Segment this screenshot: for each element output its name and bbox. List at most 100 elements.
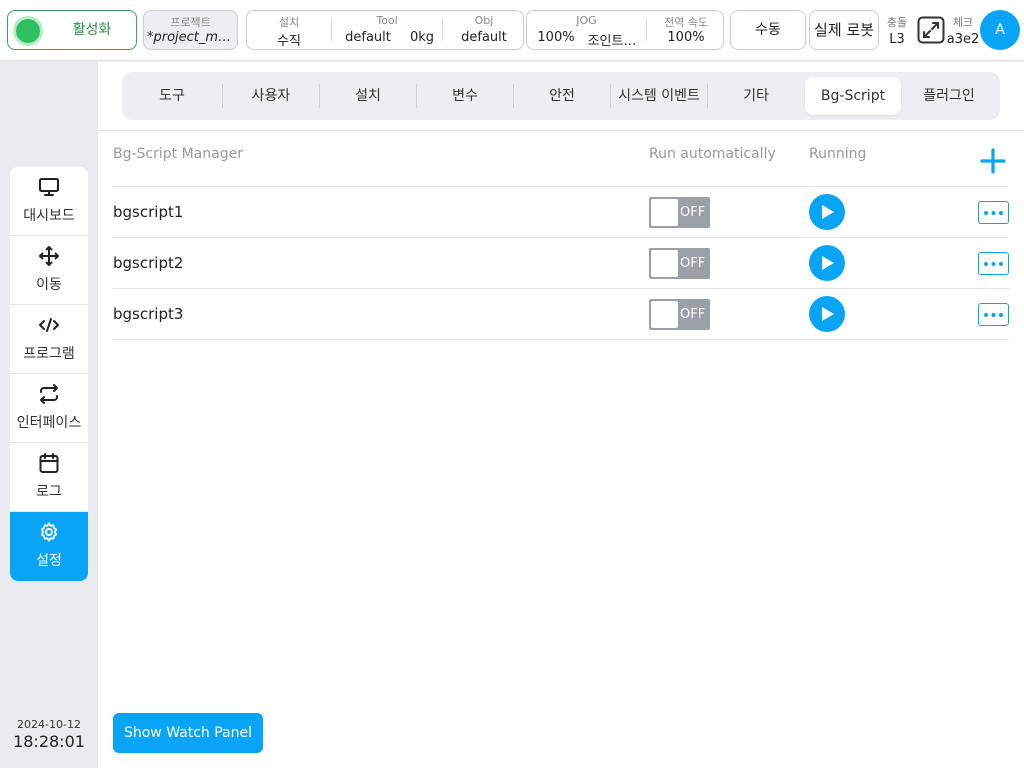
settings-tab-bar: 도구 사용자 설치 변수 안전 시스템 이벤트 기타 Bg-Script 플러그… bbox=[122, 72, 1000, 120]
tab-bg-script[interactable]: Bg-Script bbox=[805, 77, 901, 115]
move-arrows-icon bbox=[39, 246, 59, 266]
clock-date: 2024-10-12 bbox=[17, 718, 81, 731]
show-watch-panel-button[interactable]: Show Watch Panel bbox=[113, 713, 263, 753]
play-icon bbox=[822, 307, 834, 321]
more-options-button[interactable] bbox=[978, 303, 1009, 326]
auto-run-toggle[interactable]: OFF bbox=[649, 299, 710, 330]
install-cell: 설치 수직 bbox=[247, 11, 331, 49]
tab-variables[interactable]: 변수 bbox=[417, 77, 513, 115]
sidebar-item-interface[interactable]: 인터페이스 bbox=[10, 374, 88, 443]
tab-plugin[interactable]: 플러그인 bbox=[901, 77, 997, 115]
check-value: a3e2 bbox=[946, 32, 980, 47]
robot-label: 실제 로봇 bbox=[814, 21, 874, 39]
sidebar-item-label: 이동 bbox=[36, 277, 62, 293]
sidebar-item-program[interactable]: 프로그램 bbox=[10, 305, 88, 374]
collision-value: L3 bbox=[889, 32, 905, 47]
toggle-knob bbox=[651, 301, 678, 328]
manual-mode-button[interactable]: 수동 bbox=[730, 10, 806, 50]
toggle-state: OFF bbox=[680, 205, 706, 220]
tab-user[interactable]: 사용자 bbox=[223, 77, 319, 115]
obj-title: Obj bbox=[474, 14, 494, 27]
tab-safety[interactable]: 안전 bbox=[514, 77, 610, 115]
enable-label: 활성화 bbox=[72, 22, 112, 38]
sidebar-item-settings[interactable]: 설정 bbox=[10, 512, 88, 581]
sidebar-item-label: 인터페이스 bbox=[16, 415, 82, 431]
top-bar: 활성화 프로젝트 *project_mo… 설치 수직 Tool default… bbox=[0, 0, 1024, 61]
auto-run-toggle[interactable]: OFF bbox=[649, 197, 710, 228]
run-button[interactable] bbox=[809, 296, 845, 332]
more-options-button[interactable] bbox=[978, 201, 1009, 224]
sidebar-item-move[interactable]: 이동 bbox=[10, 236, 88, 305]
divider bbox=[98, 130, 1024, 131]
tool-title: Tool bbox=[376, 14, 398, 27]
gear-icon bbox=[40, 522, 58, 542]
toggle-state: OFF bbox=[680, 256, 706, 271]
global-speed-cell: 전역 속도 100% bbox=[647, 11, 725, 49]
install-value: 수직 bbox=[277, 34, 301, 49]
jog-speed-panel[interactable]: JOG 100% 조인트… 전역 속도 100% bbox=[526, 10, 724, 50]
sidebar-item-label: 대시보드 bbox=[23, 208, 75, 224]
sidebar: 대시보드 이동 프로그램 인터페이스 로그 설정 bbox=[10, 167, 88, 581]
tool-value: default bbox=[345, 30, 391, 45]
obj-value: default bbox=[461, 30, 507, 45]
run-button[interactable] bbox=[809, 194, 845, 230]
tool-weight: 0kg bbox=[409, 30, 435, 45]
toggle-knob bbox=[651, 250, 678, 277]
play-icon bbox=[822, 256, 834, 270]
sidebar-item-dashboard[interactable]: 대시보드 bbox=[10, 167, 88, 236]
tool-cell: Tool default 0kg bbox=[332, 11, 442, 49]
play-icon bbox=[822, 205, 834, 219]
sidebar-item-log[interactable]: 로그 bbox=[10, 443, 88, 512]
toggle-knob bbox=[651, 199, 678, 226]
tab-misc[interactable]: 기타 bbox=[708, 77, 804, 115]
jog-mode: 조인트… bbox=[587, 34, 637, 49]
jog-title: JOG bbox=[576, 14, 597, 27]
script-name: bgscript2 bbox=[113, 254, 184, 272]
tab-tool[interactable]: 도구 bbox=[126, 77, 218, 115]
jog-speed: 100% bbox=[537, 30, 575, 45]
check-title: 체크 bbox=[952, 16, 974, 29]
jog-cell: JOG 100% 조인트… bbox=[527, 11, 646, 49]
collision-status: 충돌 L3 bbox=[883, 14, 911, 47]
ellipsis-icon bbox=[984, 211, 1003, 215]
sidebar-item-label: 설정 bbox=[36, 553, 62, 569]
expand-icon[interactable] bbox=[917, 16, 945, 44]
ellipsis-icon bbox=[984, 262, 1003, 266]
script-name: bgscript1 bbox=[113, 203, 184, 221]
global-speed-title: 전역 속도 bbox=[664, 16, 708, 29]
calendar-icon bbox=[39, 453, 59, 473]
real-robot-button[interactable]: 실제 로봇 bbox=[809, 10, 879, 50]
toggle-state: OFF bbox=[680, 307, 706, 322]
run-button[interactable] bbox=[809, 245, 845, 281]
enable-button[interactable]: 활성화 bbox=[7, 10, 137, 50]
collision-title: 충돌 bbox=[886, 16, 908, 29]
project-selector[interactable]: 프로젝트 *project_mo… bbox=[143, 10, 238, 50]
tab-system-events[interactable]: 시스템 이벤트 bbox=[611, 77, 707, 115]
tab-install[interactable]: 설치 bbox=[320, 77, 416, 115]
code-icon bbox=[39, 318, 59, 332]
clock-time: 18:28:01 bbox=[13, 732, 85, 751]
table-row: bgscript3 OFF bbox=[113, 289, 1009, 340]
project-title: 프로젝트 bbox=[170, 16, 211, 29]
sidebar-item-label: 로그 bbox=[36, 484, 62, 500]
more-options-button[interactable] bbox=[978, 252, 1009, 275]
obj-cell: Obj default bbox=[443, 11, 525, 49]
swap-arrows-icon bbox=[40, 384, 58, 404]
avatar[interactable]: A bbox=[980, 10, 1020, 50]
project-name: *project_mo… bbox=[147, 30, 237, 45]
main-panel: 도구 사용자 설치 변수 안전 시스템 이벤트 기타 Bg-Script 플러그… bbox=[98, 62, 1024, 768]
install-title: 설치 bbox=[278, 16, 300, 29]
global-speed-value: 100% bbox=[667, 30, 705, 45]
column-header-running: Running bbox=[809, 146, 867, 162]
status-led-icon bbox=[16, 19, 40, 43]
table-row: bgscript2 OFF bbox=[113, 238, 1009, 289]
column-header-name: Bg-Script Manager bbox=[113, 146, 243, 162]
check-status: 체크 a3e2 bbox=[946, 14, 980, 47]
table-row: bgscript1 OFF bbox=[113, 187, 1009, 238]
monitor-icon bbox=[39, 178, 59, 196]
column-header-auto: Run automatically bbox=[649, 146, 776, 162]
auto-run-toggle[interactable]: OFF bbox=[649, 248, 710, 279]
add-script-button[interactable] bbox=[979, 147, 1007, 175]
ellipsis-icon bbox=[984, 313, 1003, 317]
install-tool-obj-panel[interactable]: 설치 수직 Tool default 0kg Obj default bbox=[246, 10, 524, 50]
